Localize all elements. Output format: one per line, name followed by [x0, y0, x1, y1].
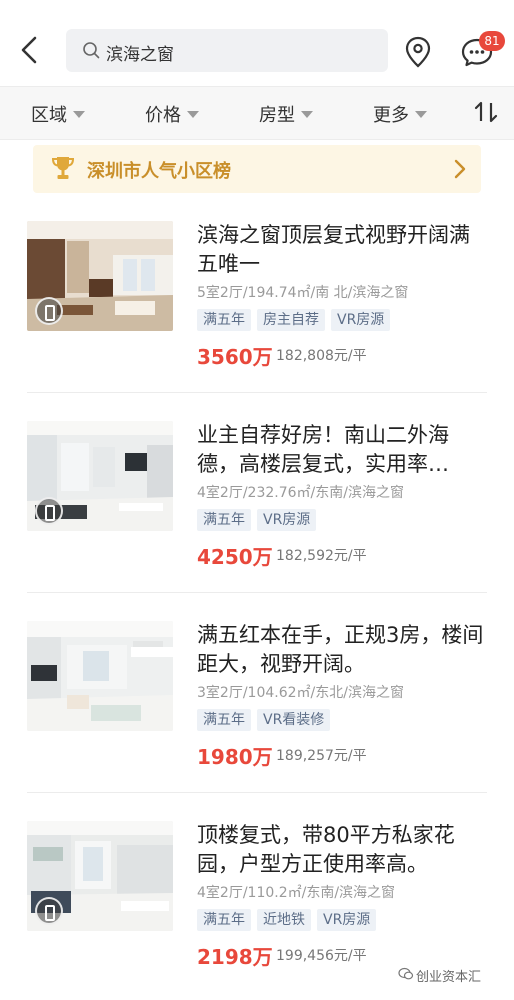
listing-meta: 4室2厅/110.2㎡/东南/滨海之窗	[197, 885, 396, 901]
search-input[interactable]: 滨海之窗	[66, 29, 388, 72]
listing-meta: 5室2厅/194.74㎡/南 北/滨海之窗	[197, 285, 409, 301]
tag: VR房源	[257, 509, 317, 531]
listing-tags: 满五年 房主自荐 VR房源	[197, 309, 396, 331]
filter-layout[interactable]: 房型	[259, 101, 313, 127]
divider	[27, 392, 487, 393]
vr-badge-icon	[35, 897, 63, 925]
tag: VR房源	[331, 309, 391, 331]
banner-title: 深圳市人气小区榜	[87, 161, 231, 182]
divider	[27, 592, 487, 593]
filter-area[interactable]: 区域	[31, 101, 85, 127]
listing-photo	[27, 421, 173, 531]
listing-meta: 3室2厅/104.62㎡/东北/滨海之窗	[197, 685, 404, 701]
vr-badge-icon	[35, 297, 63, 325]
filter-bar: 区域 价格 房型 更多	[0, 86, 514, 140]
tag: 满五年	[197, 709, 251, 731]
filter-more[interactable]: 更多	[373, 101, 427, 127]
listing-photo	[27, 821, 173, 931]
listing-tags: 满五年 VR看装修	[197, 709, 336, 731]
top-bar: 滨海之窗 81	[0, 0, 514, 100]
dropdown-arrow-icon	[301, 110, 313, 118]
listing-title: 顶楼复式，带80平方私家花园，户型方正使用率高。	[197, 823, 455, 876]
listing-price: 4250万	[197, 545, 273, 569]
listing-photo	[27, 621, 173, 731]
listing-price: 3560万	[197, 345, 273, 369]
listing-photo	[27, 221, 173, 331]
listing-unit-price: 182,808元/平	[276, 348, 367, 364]
popular-community-banner[interactable]: 深圳市人气小区榜	[33, 145, 481, 193]
dropdown-arrow-icon	[187, 110, 199, 118]
tag: 满五年	[197, 909, 251, 931]
location-pin-icon[interactable]	[404, 36, 432, 68]
tag: VR房源	[317, 909, 377, 931]
listing-title: 业主自荐好房！南山二外海德，高楼层复式，实用率…	[197, 423, 449, 476]
filter-price[interactable]: 价格	[145, 101, 199, 127]
listing-price: 1980万	[197, 745, 273, 769]
listing-title: 滨海之窗顶层复式视野开阔满五唯一	[197, 223, 470, 276]
back-icon[interactable]	[14, 34, 46, 66]
tag: 近地铁	[257, 909, 311, 931]
listing-price: 2198万	[197, 945, 273, 969]
tag: VR看装修	[257, 709, 331, 731]
trophy-icon	[51, 157, 75, 179]
listing-unit-price: 182,592元/平	[276, 548, 367, 564]
tag: 房主自荐	[257, 309, 325, 331]
vr-badge-icon	[35, 497, 63, 525]
divider	[27, 792, 487, 793]
listing-unit-price: 199,456元/平	[276, 948, 367, 964]
dropdown-arrow-icon	[415, 110, 427, 118]
tag: 满五年	[197, 509, 251, 531]
search-icon	[83, 42, 100, 59]
listing-card[interactable]: 滨海之窗顶层复式视野开阔满五唯一 5室2厅/194.74㎡/南 北/滨海之窗 满…	[0, 221, 514, 421]
listing-unit-price: 189,257元/平	[276, 748, 367, 764]
wechat-icon	[398, 967, 414, 980]
message-badge: 81	[479, 31, 505, 51]
sort-icon[interactable]	[474, 100, 498, 124]
tag: 满五年	[197, 309, 251, 331]
listing-title: 满五红本在手，正规3房，楼间距大，视野开阔。	[197, 623, 484, 676]
chevron-right-icon	[454, 159, 466, 179]
listing-meta: 4室2厅/232.76㎡/东南/滨海之窗	[197, 485, 404, 501]
listing-tags: 满五年 VR房源	[197, 509, 322, 531]
listing-card[interactable]: 业主自荐好房！南山二外海德，高楼层复式，实用率… 4室2厅/232.76㎡/东南…	[0, 421, 514, 621]
search-text: 滨海之窗	[106, 45, 174, 65]
watermark: 创业资本汇	[416, 970, 482, 985]
dropdown-arrow-icon	[73, 110, 85, 118]
listing-tags: 满五年 近地铁 VR房源	[197, 909, 382, 931]
listing-card[interactable]: 满五红本在手，正规3房，楼间距大，视野开阔。 3室2厅/104.62㎡/东北/滨…	[0, 621, 514, 821]
